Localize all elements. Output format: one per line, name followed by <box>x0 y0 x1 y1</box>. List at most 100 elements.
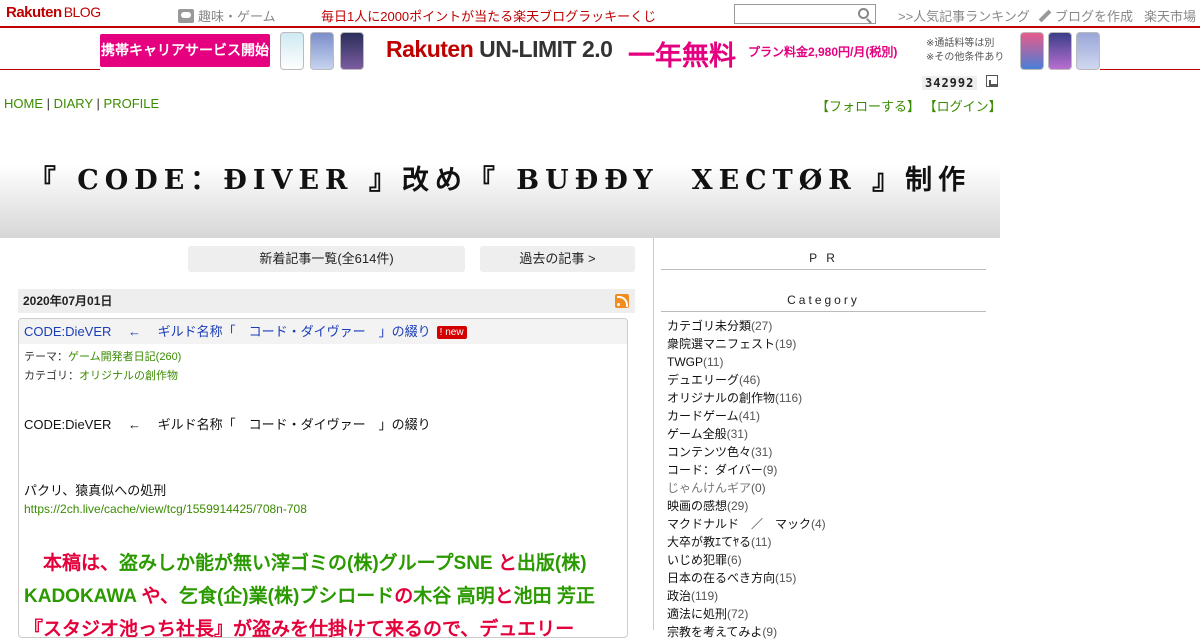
sidebar-category-heading: Category <box>661 293 986 312</box>
hobby-game-link[interactable]: 趣味・ゲーム <box>178 6 276 25</box>
ad-strip: 携帯キャリアサービス開始 Rakuten UN-LIMIT 2.0 一年無料 プ… <box>0 30 1200 71</box>
category-count: (72) <box>727 607 749 621</box>
category-count: (19) <box>775 337 797 351</box>
category-name: デュエリーグ <box>667 373 740 387</box>
emphasis-segment: 盗みしか能が無い滓ゴミの(株)グループSNE <box>119 553 493 574</box>
create-blog-link[interactable]: ブログを作成 <box>1038 6 1133 25</box>
nav-home[interactable]: HOME <box>4 96 43 111</box>
rakuten-blog-logo[interactable]: Rakuten BLOG <box>6 4 101 21</box>
emphasis-segment: 『スタジオ池っち社長』が盗みを仕掛けて来るので、デュエリー <box>24 619 575 638</box>
post-theme-link[interactable]: ゲーム開発者日記(260) <box>68 351 181 363</box>
new-posts-button[interactable]: 新着記事一覧(全614件) <box>188 246 465 272</box>
post-title-bar: CODE:DieVER ← ギルド名称「 コード・ダイヴァー 」の綴り ! new <box>19 319 627 344</box>
category-name: 宗教を考えてみよ <box>667 625 763 639</box>
category-count: (46) <box>739 373 761 387</box>
emphasis-segment: 乞食(企)業(株)ブシロード <box>178 586 395 607</box>
category-name: 適法に処刑 <box>667 607 728 621</box>
category-item[interactable]: コード：ダイバー(9) <box>667 461 826 479</box>
category-name: マクドナルド ／ マック <box>667 517 812 531</box>
rakuten-ichiba-link[interactable]: 楽天市場 <box>1144 6 1196 25</box>
category-item[interactable]: コンテンツ色々(31) <box>667 443 826 461</box>
category-count: (41) <box>738 409 760 423</box>
post-body-link[interactable]: https://2ch.live/cache/view/tcg/15599144… <box>24 502 307 516</box>
phone-image <box>280 32 304 70</box>
category-item[interactable]: 大卒が教ｴてﾔる(11) <box>667 533 826 551</box>
new-badge: ! new <box>436 326 467 340</box>
category-item[interactable]: カテゴリ未分類(27) <box>667 317 826 335</box>
phone-image <box>1076 32 1100 70</box>
ad-price: プラン料金2,980円/月(税別) <box>748 45 898 59</box>
account-links: 【フォローする】 【ログイン】 <box>816 96 1002 115</box>
category-name: カテゴリ未分類 <box>667 319 752 333</box>
category-count: (9) <box>762 625 778 639</box>
category-name: コード：ダイバー <box>667 463 763 477</box>
emphasis-segment: と <box>494 586 514 607</box>
search-icon[interactable] <box>858 8 869 19</box>
phone-image <box>1048 32 1072 70</box>
follow-link[interactable]: 【フォローする】 <box>816 99 920 114</box>
search-input[interactable] <box>734 4 876 24</box>
post-body-line: パクリ、猿真似への処刑 <box>24 483 167 498</box>
counter-chart-icon[interactable] <box>986 75 998 87</box>
gamepad-icon <box>178 8 194 23</box>
emphasis-segment: や、 <box>136 586 179 607</box>
category-list: カテゴリ未分類(27) 衆院選マニフェスト(19) TWGP(11) デュエリーグ(4… <box>667 317 826 641</box>
rss-icon[interactable] <box>615 294 629 308</box>
past-posts-button[interactable]: 過去の記事 > <box>480 246 635 272</box>
login-link[interactable]: 【ログイン】 <box>924 99 1002 114</box>
ad-free-label: 一年無料 <box>628 41 736 71</box>
popular-ranking-link[interactable]: >>人気記事ランキング <box>898 6 1030 25</box>
category-name: いじめ犯罪 <box>667 553 728 567</box>
category-item[interactable]: ゲーム全般(31) <box>667 425 826 443</box>
post-theme: テーマ：ゲーム開発者日記(260) <box>24 351 182 363</box>
category-count: (11) <box>751 535 772 549</box>
blog-title[interactable]: 『 CODE：ÐIVER 』改め『 BUÐÐY XECTØR 』制作 <box>0 158 1000 197</box>
category-item[interactable]: 宗教を考えてみよ(9) <box>667 623 826 641</box>
category-name: TWGP <box>667 355 703 369</box>
ad-carrier-tag: 携帯キャリアサービス開始 <box>100 34 270 67</box>
category-item[interactable]: デュエリーグ(46) <box>667 371 826 389</box>
category-item[interactable]: TWGP(11) <box>667 353 826 371</box>
phone-image <box>310 32 334 70</box>
nav-diary[interactable]: DIARY <box>54 96 93 111</box>
category-count: (27) <box>751 319 773 333</box>
category-item[interactable]: 適法に処刑(72) <box>667 605 826 623</box>
category-name: 衆院選マニフェスト <box>667 337 776 351</box>
column-divider <box>653 238 654 630</box>
category-name: 映画の感想 <box>667 499 728 513</box>
category-item[interactable]: いじめ犯罪(6) <box>667 551 826 569</box>
category-count: (11) <box>703 355 724 369</box>
nav-profile[interactable]: PROFILE <box>104 96 160 111</box>
category-item[interactable]: じゃんけんギア(0) <box>667 479 826 497</box>
category-item[interactable]: 映画の感想(29) <box>667 497 826 515</box>
post-title-link[interactable]: CODE:DieVER ← ギルド名称「 コード・ダイヴァー 」の綴り <box>24 324 431 339</box>
category-item[interactable]: カードゲーム(41) <box>667 407 826 425</box>
ad-banner[interactable]: 携帯キャリアサービス開始 Rakuten UN-LIMIT 2.0 一年無料 プ… <box>100 32 1100 71</box>
category-count: (4) <box>811 517 826 531</box>
blog-header: 『 CODE：ÐIVER 』改め『 BUÐÐY XECTØR 』制作 <box>0 116 1000 238</box>
category-name: 政治 <box>667 589 692 603</box>
category-count: (15) <box>775 571 797 585</box>
category-name: じゃんけんギア <box>667 481 752 495</box>
category-count: (6) <box>727 553 742 567</box>
phone-image <box>1020 32 1044 70</box>
category-item[interactable]: 政治(119) <box>667 587 826 605</box>
lucky-lottery-link[interactable]: 毎日1人に2000ポイントが当たる楽天ブログラッキーくじ <box>321 6 656 25</box>
category-name: 日本の在るべき方向 <box>667 571 776 585</box>
category-item[interactable]: 日本の在るべき方向(15) <box>667 569 826 587</box>
category-count: (31) <box>751 445 773 459</box>
category-name: ゲーム全般 <box>667 427 727 441</box>
category-item[interactable]: 衆院選マニフェスト(19) <box>667 335 826 353</box>
post-category: カテゴリ：オリジナルの創作物 <box>24 370 178 382</box>
category-item[interactable]: マクドナルド ／ マック(4) <box>667 515 826 533</box>
ad-note: ※通話料等は別 ※その他条件あり <box>926 38 1005 63</box>
ad-brand: Rakuten UN-LIMIT 2.0 <box>386 36 613 62</box>
blog-nav: HOME | DIARY | PROFILE <box>4 96 160 111</box>
category-name: コンテンツ色々 <box>667 445 752 459</box>
category-item[interactable]: オリジナルの創作物(116) <box>667 389 826 407</box>
global-header: Rakuten BLOG 趣味・ゲーム 毎日1人に2000ポイントが当たる楽天ブロ… <box>0 0 1200 28</box>
post-category-link[interactable]: オリジナルの創作物 <box>79 370 178 382</box>
blog-post: CODE:DieVER ← ギルド名称「 コード・ダイヴァー 」の綴り ! new… <box>18 318 628 638</box>
post-emphasis-text: 本稿は、盗みしか能が無い滓ゴミの(株)グループSNE と出版(株) KADOKA… <box>24 547 624 638</box>
category-count: (116) <box>775 391 803 405</box>
